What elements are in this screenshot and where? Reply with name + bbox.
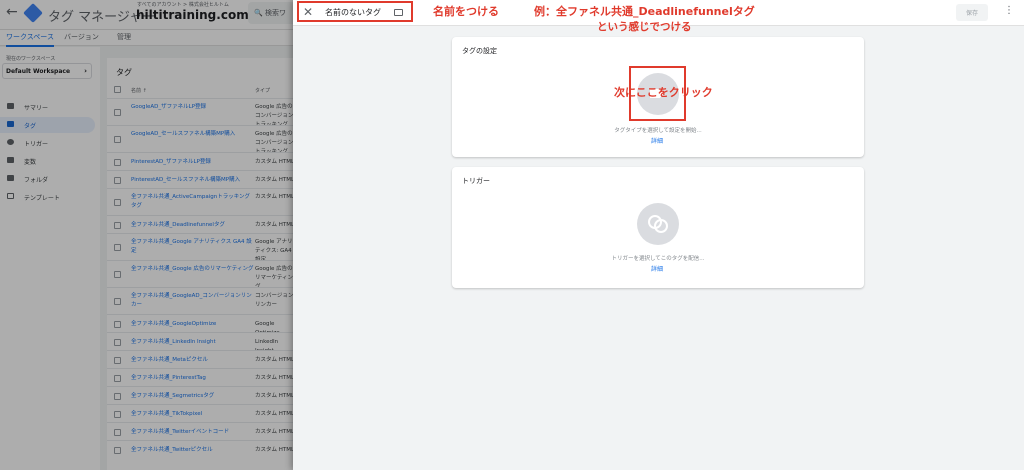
tag-config-title: タグの設定: [462, 47, 497, 55]
annotation-name-it: 名前をつける: [433, 5, 499, 18]
save-button[interactable]: 保存: [956, 4, 988, 21]
trigger-title: トリガー: [462, 177, 490, 185]
more-vert-icon[interactable]: ⋮: [1004, 5, 1014, 16]
overlay-scrim[interactable]: [0, 0, 293, 470]
annotation-box-name: [297, 1, 413, 22]
trigger-icon: [654, 219, 668, 233]
tag-config-hint: タグタイプを選択して設定を開始...: [614, 128, 702, 134]
trigger-button[interactable]: [637, 203, 679, 245]
annotation-click-next: 次にここをクリック: [614, 86, 713, 99]
trigger-card[interactable]: トリガー トリガーを選択してこのタグを配信... 詳細: [452, 167, 864, 288]
tag-editor-panel: ✕ 名前のないタグ 保存 ⋮ 名前をつける 例：全ファネル共通_Deadline…: [293, 0, 1024, 470]
annotation-example-2: という感じでつける: [597, 21, 692, 33]
trigger-hint: トリガーを選択してこのタグを配信...: [611, 256, 705, 262]
annotation-example: 例：全ファネル共通_Deadlinefunnelタグ: [534, 5, 755, 18]
app: ← タグ マネージャー すべてのアカウント > 株式会社ヒルトム hiltitr…: [0, 0, 1024, 470]
trigger-learn-more-link[interactable]: 詳細: [651, 264, 663, 273]
tag-config-learn-more-link[interactable]: 詳細: [651, 136, 663, 145]
